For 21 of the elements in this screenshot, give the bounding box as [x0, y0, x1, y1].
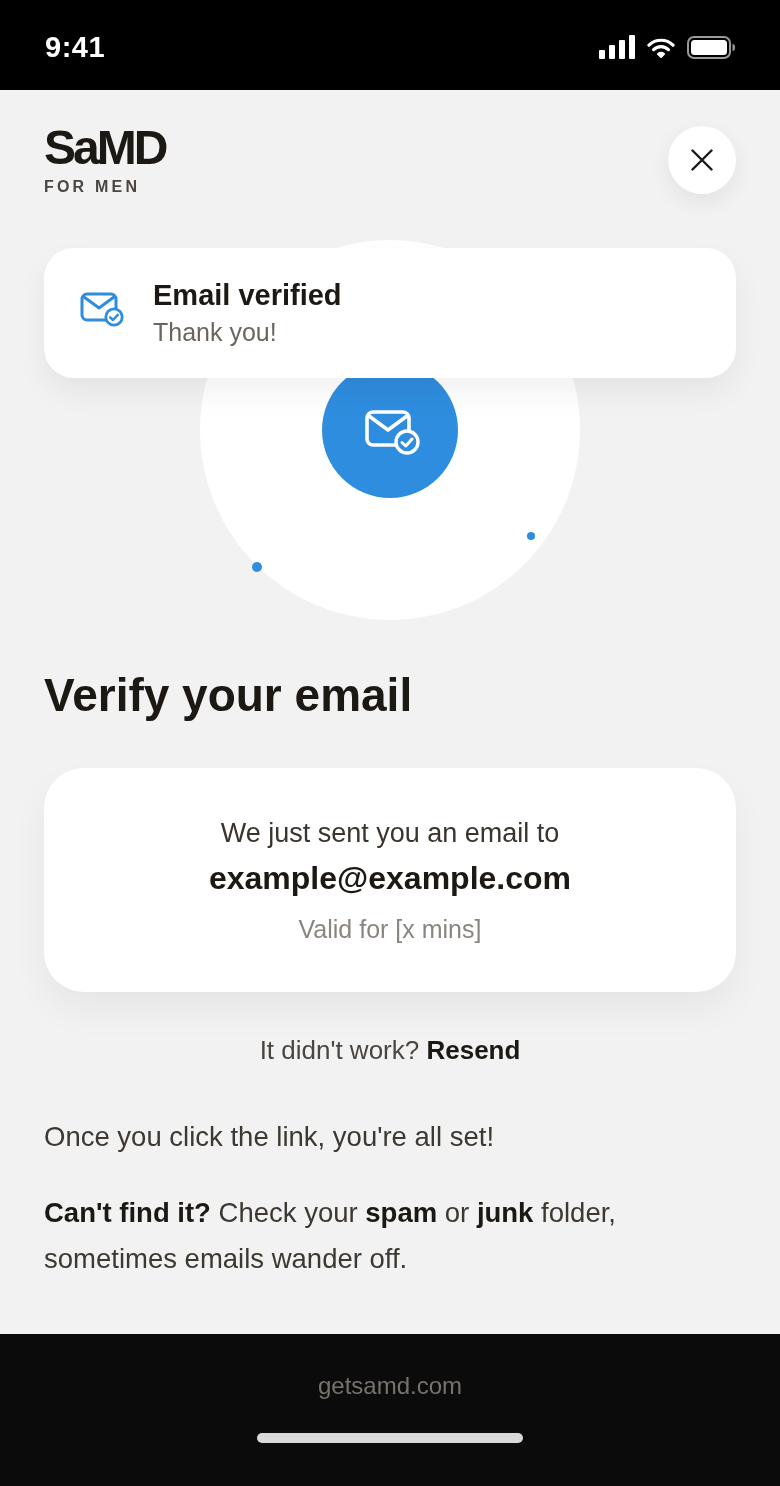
accent-dot — [527, 532, 535, 540]
toast-message: Thank you! — [153, 317, 277, 348]
resend-link[interactable]: Resend — [426, 1035, 521, 1065]
logo-tagline: FOR MEN — [44, 178, 141, 196]
signal-icon — [599, 35, 635, 59]
help-text: Once you click the link, you're all set! — [44, 1120, 496, 1154]
status-time: 9:41 — [45, 30, 106, 64]
logo-wordmark: SaMD — [44, 128, 166, 168]
envelope-check-icon — [80, 291, 124, 327]
accent-dot — [252, 562, 262, 572]
wifi-icon — [647, 36, 675, 58]
page-title: Verify your email — [44, 668, 414, 723]
url-text: getsamd.com — [317, 1371, 463, 1401]
resend-prompt: It didn't work? Resend — [259, 1034, 521, 1067]
close-icon — [691, 149, 713, 171]
help-text: Can't find it? Check your spam or junk folder, sometimes emails wander off. — [44, 1196, 617, 1276]
sent-intro: We just sent you an email to — [220, 817, 560, 850]
battery-icon — [687, 35, 735, 59]
email-address: example@example.com — [208, 859, 571, 898]
toast-title: Email verified — [153, 278, 342, 313]
validity-note: Valid for [x mins] — [298, 914, 482, 945]
